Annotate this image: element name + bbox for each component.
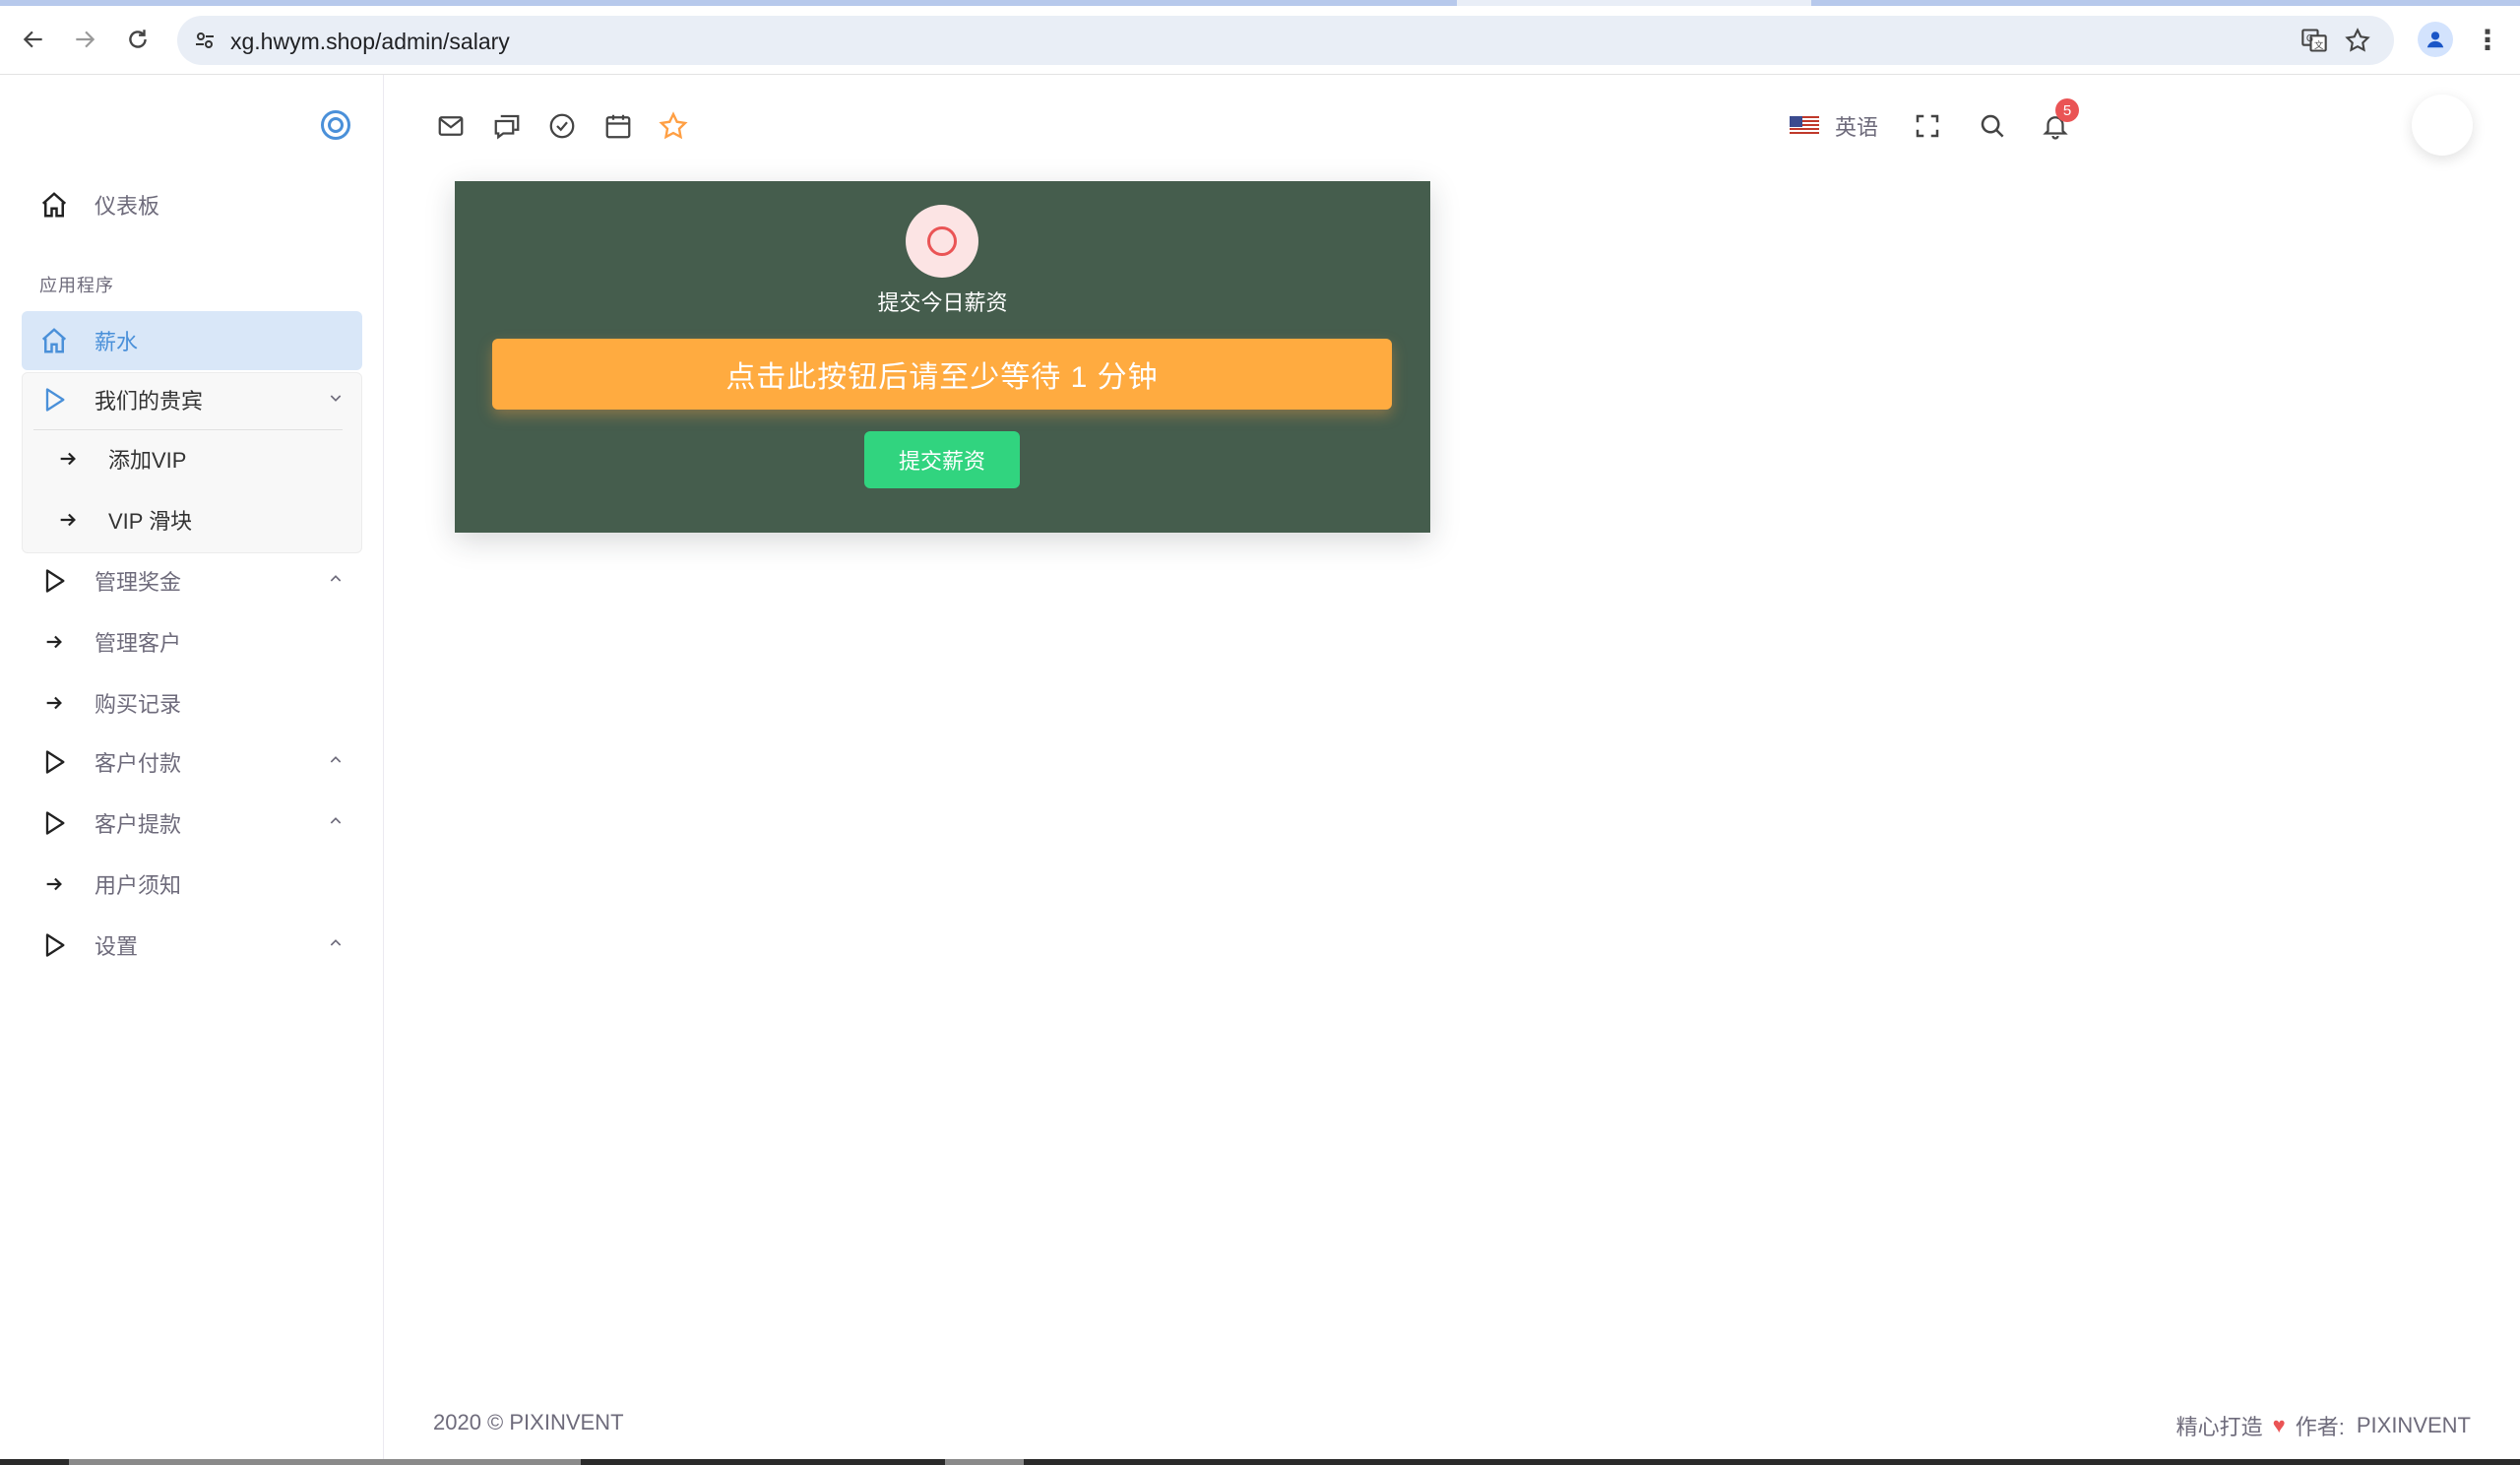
forward-icon[interactable] xyxy=(67,22,102,57)
sidebar-item-label: 设置 xyxy=(94,934,139,959)
play-icon xyxy=(37,928,71,962)
mail-icon[interactable] xyxy=(433,108,469,144)
arrow-right-icon xyxy=(53,505,83,535)
play-icon xyxy=(37,564,71,598)
sidebar-item-salary[interactable]: 薪水 xyxy=(22,311,362,370)
language-dropdown[interactable]: 英语 xyxy=(1790,108,1878,144)
sidebar-item-label: 管理客户 xyxy=(94,631,182,656)
tab-strip xyxy=(0,0,2520,6)
browser-chrome: xg.hwym.shop/admin/salary G文 ⋮ xyxy=(0,0,2520,75)
divider xyxy=(33,429,343,430)
sidebar: 仪表板 应用程序 薪水 我们的贵宾 添加VIP VIP 滑块 管理奖金 管理客户… xyxy=(0,75,384,1465)
sidebar-item-label: 仪表板 xyxy=(94,194,160,219)
url-text[interactable]: xg.hwym.shop/admin/salary xyxy=(230,29,510,55)
warning-banner: 点击此按钮后请至少等待 1 分钟 xyxy=(492,339,1392,410)
sidebar-item-add-vip[interactable]: 添加VIP xyxy=(53,431,378,486)
site-settings-icon[interactable] xyxy=(189,25,220,56)
chat-icon[interactable] xyxy=(489,108,525,144)
home-icon xyxy=(37,324,71,357)
browser-menu-icon[interactable]: ⋮ xyxy=(2473,22,2502,57)
translate-icon[interactable]: G文 xyxy=(2300,26,2329,55)
play-icon xyxy=(37,383,71,416)
sidebar-item-vip-slider[interactable]: VIP 滑块 xyxy=(53,492,378,547)
home-icon xyxy=(37,188,71,222)
footer-author-prefix: 作者: xyxy=(2295,1415,2345,1439)
submit-salary-button[interactable]: 提交薪资 xyxy=(864,431,1020,488)
notification-badge: 5 xyxy=(2055,98,2079,122)
sidebar-item-settings[interactable]: 设置 xyxy=(22,916,362,975)
chevron-up-icon xyxy=(321,935,350,956)
sidebar-item-label: 我们的贵宾 xyxy=(94,389,204,414)
sidebar-item-label: 管理奖金 xyxy=(94,570,182,595)
sidebar-toggle-icon[interactable] xyxy=(321,110,350,140)
svg-text:文: 文 xyxy=(2314,39,2323,51)
sidebar-item-customer-withdrawals[interactable]: 客户提款 xyxy=(22,794,362,853)
sidebar-item-manage-bonus[interactable]: 管理奖金 xyxy=(22,551,362,610)
svg-text:G: G xyxy=(2306,33,2313,44)
bookmark-star-icon[interactable] xyxy=(2343,26,2372,55)
footer-made-with: 精心打造 xyxy=(2175,1415,2263,1439)
heart-icon: ♥ xyxy=(2272,1413,2286,1437)
card-title: 提交今日薪资 xyxy=(877,290,1008,315)
sidebar-section-title: 应用程序 xyxy=(39,276,114,295)
sidebar-item-label: 客户付款 xyxy=(94,751,182,776)
language-label: 英语 xyxy=(1835,115,1879,140)
footer-copyright: 2020 © PIXINVENT xyxy=(433,1410,624,1434)
sidebar-item-user-notice[interactable]: 用户须知 xyxy=(22,855,362,914)
footer-author: PIXINVENT xyxy=(2356,1413,2471,1437)
arrow-right-icon xyxy=(37,867,71,901)
sidebar-item-label: 添加VIP xyxy=(108,448,187,473)
chevron-up-icon xyxy=(321,752,350,773)
chevron-up-icon xyxy=(321,571,350,592)
check-circle-icon[interactable] xyxy=(544,108,580,144)
star-icon[interactable] xyxy=(656,108,691,144)
back-icon[interactable] xyxy=(16,22,51,57)
address-bar[interactable]: xg.hwym.shop/admin/salary G文 xyxy=(177,16,2394,65)
arrow-right-icon xyxy=(37,686,71,720)
sidebar-item-manage-customers[interactable]: 管理客户 xyxy=(22,612,362,671)
sidebar-item-label: VIP 滑块 xyxy=(108,509,193,534)
sidebar-item-dashboard[interactable]: 仪表板 xyxy=(22,175,362,234)
profile-icon[interactable] xyxy=(2418,22,2453,57)
chevron-down-icon xyxy=(321,390,350,411)
arrow-right-icon xyxy=(37,625,71,659)
avatar[interactable] xyxy=(2412,95,2473,156)
sidebar-item-label: 客户提款 xyxy=(94,812,182,837)
circle-icon xyxy=(906,205,978,278)
chevron-up-icon xyxy=(321,813,350,834)
sidebar-item-label: 薪水 xyxy=(94,330,139,354)
play-icon xyxy=(37,745,71,779)
calendar-icon[interactable] xyxy=(600,108,636,144)
fullscreen-icon[interactable] xyxy=(1910,108,1945,144)
arrow-right-icon xyxy=(53,444,83,474)
footer-credit: 精心打造 ♥ 作者: PIXINVENT xyxy=(2176,1410,2471,1441)
salary-card: 提交今日薪资 点击此按钮后请至少等待 1 分钟 提交薪资 xyxy=(455,181,1430,533)
sidebar-item-purchase-records[interactable]: 购买记录 xyxy=(22,673,362,732)
play-icon xyxy=(37,806,71,840)
taskbar-strip xyxy=(0,1459,2520,1465)
sidebar-item-label: 用户须知 xyxy=(94,873,182,898)
sidebar-item-label: 购买记录 xyxy=(94,692,182,717)
reload-icon[interactable] xyxy=(120,22,156,57)
us-flag-icon xyxy=(1790,116,1819,136)
search-icon[interactable] xyxy=(1975,108,2010,144)
sidebar-item-customer-payments[interactable]: 客户付款 xyxy=(22,732,362,792)
sidebar-item-our-vip[interactable]: 我们的贵宾 xyxy=(22,370,362,429)
